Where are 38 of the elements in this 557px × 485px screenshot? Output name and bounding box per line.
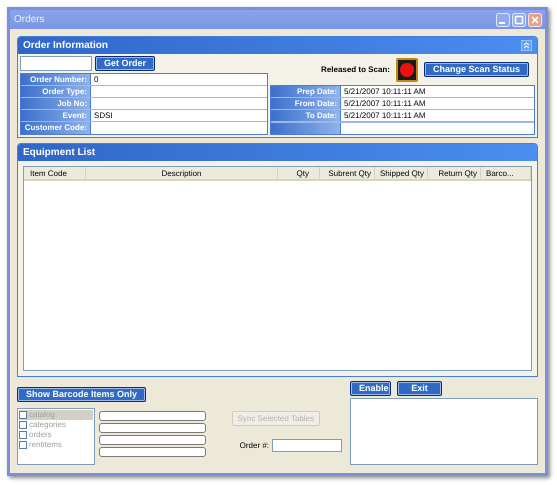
column-header[interactable]: Shipped Qty (375, 167, 428, 179)
released-label: Released to Scan: (321, 64, 390, 76)
field-label: Event: (21, 110, 90, 121)
field-value[interactable]: SDSI (90, 110, 267, 121)
show-barcode-items-button[interactable]: Show Barcode Items Only (17, 387, 146, 402)
field-value[interactable]: 5/21/2007 10:11:11 AM (340, 98, 534, 109)
exit-button[interactable]: Exit (397, 381, 442, 396)
field-label: To Date: (271, 110, 340, 121)
field-label: Prep Date: (271, 86, 340, 97)
minimize-icon[interactable] (496, 12, 510, 26)
output-box[interactable] (350, 398, 538, 465)
collapse-icon[interactable] (521, 40, 532, 51)
panel-title: Order Information (23, 39, 108, 53)
field-label: Order Number: (21, 74, 90, 85)
maximize-icon[interactable] (512, 12, 526, 26)
order-number-field[interactable] (272, 439, 342, 452)
field-value[interactable]: 5/21/2007 10:11:11 AM (340, 110, 534, 121)
column-header[interactable]: Barco... (481, 167, 531, 179)
field-label: From Date: (271, 98, 340, 109)
column-header[interactable]: Description (86, 167, 278, 179)
get-order-button[interactable]: Get Order (95, 56, 156, 71)
field-label-background (271, 123, 340, 134)
panel-title: Equipment List (23, 146, 96, 160)
enable-button[interactable]: Enable (350, 381, 391, 396)
column-header[interactable]: Subrent Qty (320, 167, 375, 179)
field-value[interactable]: 5/21/2007 10:11:11 AM (340, 86, 534, 97)
field-label: Job No: (21, 98, 90, 109)
column-header[interactable]: Item Code (24, 167, 86, 179)
field-label: Order Type: (21, 86, 90, 97)
field-label: Customer Code: (21, 122, 90, 134)
change-scan-status-button[interactable]: Change Scan Status (424, 62, 529, 77)
close-icon[interactable] (528, 12, 542, 26)
column-header[interactable]: Return Qty (428, 167, 481, 179)
field-value[interactable]: 0 (90, 74, 267, 85)
order-search-field[interactable] (20, 56, 92, 71)
order-number-label: Order #: (240, 440, 269, 452)
window-title: Orders (13, 13, 45, 27)
column-header[interactable]: Qty (278, 167, 320, 179)
